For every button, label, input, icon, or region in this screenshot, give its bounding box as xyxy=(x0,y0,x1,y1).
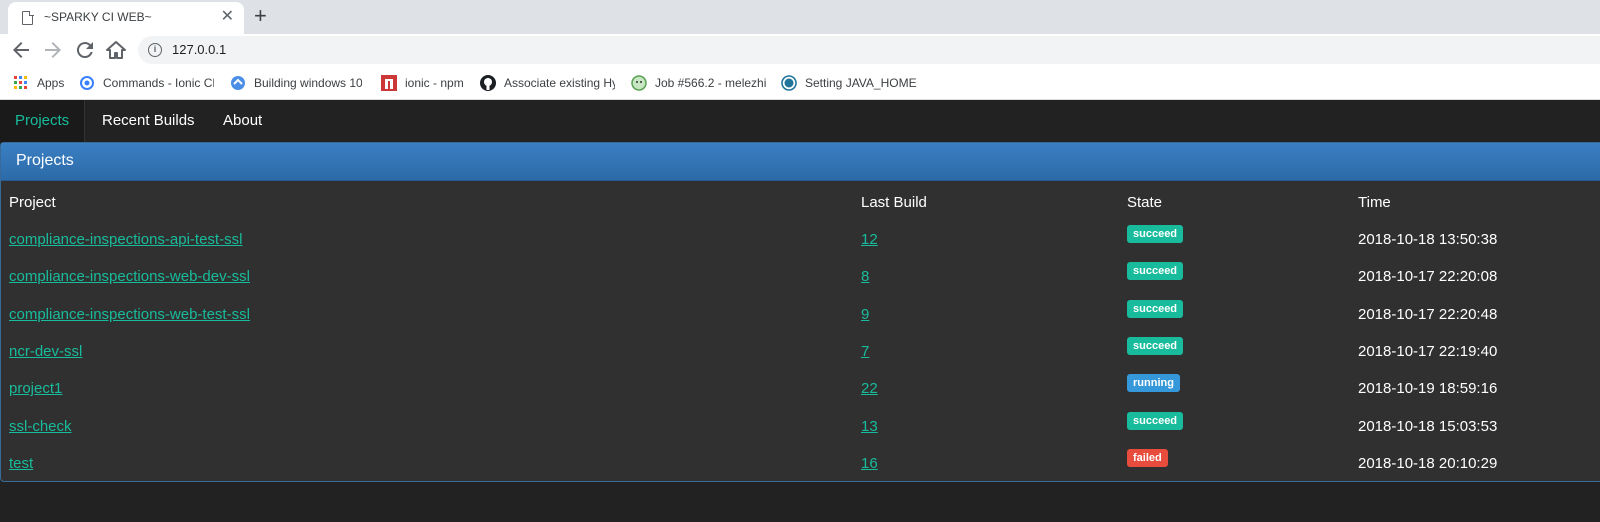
bookmark-label: Job #566.2 - melezhil xyxy=(655,76,766,90)
build-time: 2018-10-17 22:19:40 xyxy=(1358,343,1498,361)
state-badge: succeed xyxy=(1127,262,1184,281)
project-link[interactable]: project1 xyxy=(9,380,62,397)
bookmark-label: Building windows 10 xyxy=(254,76,362,90)
build-link[interactable]: 7 xyxy=(861,343,869,360)
bookmark-ionic[interactable]: Commands - Ionic CL xyxy=(79,75,214,91)
build-link[interactable]: 13 xyxy=(861,418,878,435)
build-link[interactable]: 22 xyxy=(861,380,878,397)
state-badge: failed xyxy=(1127,448,1168,467)
column-header-state: State xyxy=(1127,193,1163,211)
bookmark-apps[interactable]: Apps xyxy=(13,75,73,91)
build-link[interactable]: 9 xyxy=(861,306,869,323)
state-badge: succeed xyxy=(1127,225,1184,244)
column-header-last-build: Last Build xyxy=(861,193,927,211)
table-row: compliance-inspections-web-test-ssl 9 su… xyxy=(1,296,1600,333)
project-link[interactable]: compliance-inspections-web-dev-ssl xyxy=(9,268,250,285)
new-tab-button[interactable]: + xyxy=(254,4,267,28)
project-link[interactable]: test xyxy=(9,455,33,472)
bookmark-windows[interactable]: Building windows 10 xyxy=(230,75,362,91)
build-link[interactable]: 8 xyxy=(861,268,869,285)
tab-title: ~SPARKY CI WEB~ xyxy=(44,10,152,24)
build-link[interactable]: 12 xyxy=(861,231,878,248)
apps-grid-icon xyxy=(14,76,27,89)
reload-icon[interactable] xyxy=(73,38,97,62)
table-row: ssl-check 13 succeed 2018-10-18 15:03:53 xyxy=(1,407,1600,444)
table-row: compliance-inspections-web-dev-ssl 8 suc… xyxy=(1,258,1600,295)
bookmark-job[interactable]: Job #566.2 - melezhil xyxy=(631,75,766,91)
globe-icon xyxy=(231,76,245,90)
bookmark-label: Associate existing Hy xyxy=(504,76,615,90)
projects-panel: Projects Project Last Build State Time c… xyxy=(0,142,1600,482)
nav-about[interactable]: About xyxy=(208,100,277,142)
state-badge: succeed xyxy=(1127,411,1184,430)
table-header-row: Project Last Build State Time xyxy=(1,183,1600,221)
back-arrow-icon[interactable] xyxy=(9,38,33,62)
browser-tab[interactable]: ~SPARKY CI WEB~ ✕ xyxy=(8,2,244,34)
build-link[interactable]: 16 xyxy=(861,455,878,472)
build-time: 2018-10-17 22:20:48 xyxy=(1358,305,1498,323)
browser-tabstrip: ~SPARKY CI WEB~ ✕ + xyxy=(0,0,1600,34)
bookmark-label: Apps xyxy=(37,76,65,90)
table-row: test 16 failed 2018-10-18 20:10:29 xyxy=(1,445,1600,482)
bookmark-npm[interactable]: ionic - npm xyxy=(381,75,471,91)
project-link[interactable]: ncr-dev-ssl xyxy=(9,343,82,360)
panel-heading: Projects xyxy=(1,143,1600,181)
wordpress-icon xyxy=(781,75,797,91)
ionic-icon xyxy=(80,76,94,90)
column-header-time: Time xyxy=(1358,193,1391,211)
bookmark-github[interactable]: Associate existing Hy xyxy=(480,75,615,91)
bookmarks-bar: Apps Commands - Ionic CL Building window… xyxy=(0,66,1600,100)
home-icon[interactable] xyxy=(104,38,128,62)
document-icon xyxy=(22,10,34,25)
table-row: project1 22 running 2018-10-19 18:59:16 xyxy=(1,370,1600,407)
column-header-project: Project xyxy=(9,193,56,211)
project-link[interactable]: compliance-inspections-web-test-ssl xyxy=(9,306,250,323)
close-tab-icon[interactable]: ✕ xyxy=(221,7,234,27)
panel-title: Projects xyxy=(16,152,74,169)
build-time: 2018-10-18 20:10:29 xyxy=(1358,454,1498,472)
projects-table: Project Last Build State Time compliance… xyxy=(1,183,1600,482)
table-row: ncr-dev-ssl 7 succeed 2018-10-17 22:19:4… xyxy=(1,333,1600,370)
project-link[interactable]: ssl-check xyxy=(9,418,72,435)
forward-arrow-icon[interactable] xyxy=(41,38,65,62)
bookmark-label: ionic - npm xyxy=(405,76,464,90)
app-navbar: Projects Recent Builds About xyxy=(0,100,1600,142)
project-link[interactable]: compliance-inspections-api-test-ssl xyxy=(9,231,242,248)
nav-projects[interactable]: Projects xyxy=(0,100,86,142)
state-badge: running xyxy=(1127,374,1180,393)
bookmark-label: Commands - Ionic CL xyxy=(103,76,214,90)
url-text: 127.0.0.1 xyxy=(172,42,227,57)
browser-toolbar: i 127.0.0.1 xyxy=(0,34,1600,66)
state-badge: succeed xyxy=(1127,299,1184,318)
table-row: compliance-inspections-api-test-ssl 12 s… xyxy=(1,221,1600,258)
github-icon xyxy=(480,75,496,91)
bookmark-java-home[interactable]: Setting JAVA_HOME c xyxy=(781,75,917,91)
state-badge: succeed xyxy=(1127,337,1184,356)
build-time: 2018-10-17 22:20:08 xyxy=(1358,268,1498,286)
travis-icon xyxy=(631,75,647,91)
build-time: 2018-10-18 13:50:38 xyxy=(1358,231,1498,249)
nav-recent-builds[interactable]: Recent Builds xyxy=(87,100,210,142)
npm-icon xyxy=(381,75,397,91)
build-time: 2018-10-18 15:03:53 xyxy=(1358,417,1498,435)
address-bar[interactable]: i 127.0.0.1 xyxy=(138,36,1600,64)
info-icon[interactable]: i xyxy=(148,43,162,57)
bookmark-label: Setting JAVA_HOME c xyxy=(805,76,917,90)
build-time: 2018-10-19 18:59:16 xyxy=(1358,380,1498,398)
